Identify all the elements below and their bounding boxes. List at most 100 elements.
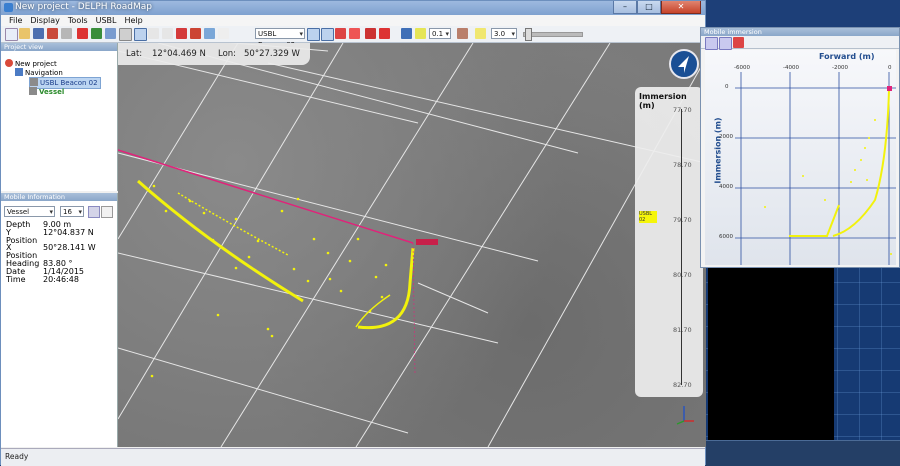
mobile-select[interactable]: Vessel <box>4 206 55 218</box>
distance-icon[interactable] <box>349 28 360 39</box>
play-icon[interactable] <box>91 28 102 39</box>
record-icon[interactable] <box>77 28 88 39</box>
project-icon <box>5 59 13 67</box>
mobile-info-header: Mobile Information <box>1 193 117 201</box>
mobile-immersion-title: Mobile immersion <box>701 28 899 36</box>
status-text: Ready <box>5 452 29 461</box>
save-icon[interactable] <box>33 28 44 39</box>
settings-button[interactable] <box>101 206 113 218</box>
route-icon[interactable] <box>190 28 201 39</box>
menu-file[interactable]: File <box>9 15 22 26</box>
mobile-information-panel: Mobile Information Vessel 16 Depth9.00 m… <box>1 193 118 447</box>
color-yellow-icon[interactable] <box>415 28 426 39</box>
vessel-icon <box>29 87 37 95</box>
map-grid <box>118 43 706 447</box>
opacity-slider[interactable] <box>523 32 583 37</box>
coordinate-readout: Lat: 12°04.469 N Lon: 50°27.329 W <box>118 43 310 65</box>
menu-display[interactable]: Display <box>30 15 60 26</box>
depth-icon[interactable] <box>335 28 346 39</box>
usbl-track <box>137 179 415 378</box>
immersion-tick: 80.70 <box>673 271 692 279</box>
vessel-marker <box>416 239 438 245</box>
tools-icon[interactable] <box>379 28 390 39</box>
toolbar: USBL Beacon 02 0.1 3.0 <box>1 26 705 49</box>
main-window: New project - DELPH RoadMap – □ ✕ File D… <box>0 0 706 466</box>
maximize-button[interactable]: □ <box>637 1 661 14</box>
export-icon[interactable] <box>61 28 72 39</box>
app-icon <box>4 3 13 12</box>
immersion-plot: Forward (m) -6000 -4000 -2000 0 Immersio… <box>705 50 896 265</box>
tree-item-label: Vessel <box>39 88 65 96</box>
marker-icon[interactable] <box>176 28 187 39</box>
settings-icon[interactable] <box>218 28 229 39</box>
pointer-icon[interactable] <box>119 28 132 41</box>
reset-icon[interactable] <box>733 37 744 48</box>
immersion-marker: USBL 02 <box>639 211 657 223</box>
line-color-icon[interactable] <box>401 28 412 39</box>
immersion-scale-panel: Immersion (m) 77.70 78.70 79.70 80.70 81… <box>635 87 703 397</box>
menu-tools[interactable]: Tools <box>68 15 88 26</box>
point-color-icon[interactable] <box>475 28 486 39</box>
compass-icon[interactable] <box>669 49 699 79</box>
zoom-icon[interactable] <box>148 28 159 39</box>
tree-item-label: New project <box>15 60 57 68</box>
info-row-y-position: Y Position 12°04.837 N <box>6 227 94 245</box>
project-view-header: Project view <box>1 43 117 51</box>
display-toggle-button[interactable] <box>88 206 100 218</box>
lon-label: Lon: <box>218 49 237 59</box>
current-position-marker <box>887 86 892 91</box>
map-overlay <box>118 43 706 447</box>
heading-line <box>118 149 414 244</box>
close-button[interactable]: ✕ <box>661 1 701 14</box>
immersion-scale-line <box>681 109 682 385</box>
line-width-select[interactable]: 0.1 <box>429 28 451 40</box>
beacon-icon <box>30 78 38 86</box>
hand-icon[interactable] <box>365 28 376 39</box>
immersion-tick: 78.70 <box>673 161 692 169</box>
immersion-tick: 77.70 <box>673 106 692 114</box>
crosshair-icon[interactable] <box>307 28 320 41</box>
zoom-in-icon[interactable] <box>705 37 718 50</box>
lat-label: Lat: <box>126 49 143 59</box>
fill-color-icon[interactable] <box>457 28 468 39</box>
layers-icon[interactable] <box>105 28 116 39</box>
window-title: New project - DELPH RoadMap <box>15 2 152 12</box>
status-bar: Ready <box>1 448 705 466</box>
slider-thumb[interactable] <box>525 28 532 41</box>
map-view[interactable]: Lat: 12°04.469 N Lon: 50°27.329 W Immers… <box>118 43 706 447</box>
font-size-select[interactable]: 16 <box>60 206 84 218</box>
immersion-tick: 82.70 <box>673 381 692 389</box>
project-view-panel: Project view New project Navigation USBL… <box>1 43 118 191</box>
select-tool-icon[interactable] <box>134 28 147 41</box>
lon-value: 50°27.329 W <box>244 49 300 59</box>
immersion-plot-canvas <box>735 72 896 265</box>
lat-value: 12°04.469 N <box>152 49 206 59</box>
background-window <box>708 268 834 458</box>
center-icon[interactable] <box>321 28 334 41</box>
taskbar <box>705 440 900 466</box>
info-row-time: Time 20:46:48 <box>6 274 79 284</box>
mobile-immersion-toolbar <box>701 36 899 50</box>
mobile-info-table: Depth 9.00 m Y Position 12°04.837 N X Posi… <box>6 221 96 283</box>
info-row-x-position: X Position 50°28.141 W <box>6 243 96 261</box>
immersion-tick: 79.70 <box>673 216 692 224</box>
immersion-tick: 81.70 <box>673 326 692 334</box>
import-icon[interactable] <box>47 28 58 39</box>
open-folder-icon[interactable] <box>19 28 30 39</box>
pan-icon[interactable] <box>162 28 173 39</box>
tree-item-label: Navigation <box>25 69 63 77</box>
beacon-select[interactable]: USBL Beacon 02 <box>255 28 305 49</box>
tree-item-vessel[interactable]: Vessel <box>29 87 64 97</box>
navigation-icon <box>15 68 23 76</box>
menu-usbl[interactable]: USBL <box>96 15 117 26</box>
title-bar: New project - DELPH RoadMap – □ ✕ <box>1 1 705 15</box>
menu-bar: File Display Tools USBL Help <box>1 15 705 26</box>
new-icon[interactable] <box>5 28 18 41</box>
mobile-immersion-window: Mobile immersion Forward (m) -6000 -4000… <box>700 27 900 268</box>
menu-help[interactable]: Help <box>125 15 143 26</box>
point-size-select[interactable]: 3.0 <box>491 28 517 40</box>
zoom-out-icon[interactable] <box>719 37 732 50</box>
grid-icon[interactable] <box>204 28 215 39</box>
minimize-button[interactable]: – <box>613 1 637 14</box>
axis-triad-icon <box>676 406 694 425</box>
